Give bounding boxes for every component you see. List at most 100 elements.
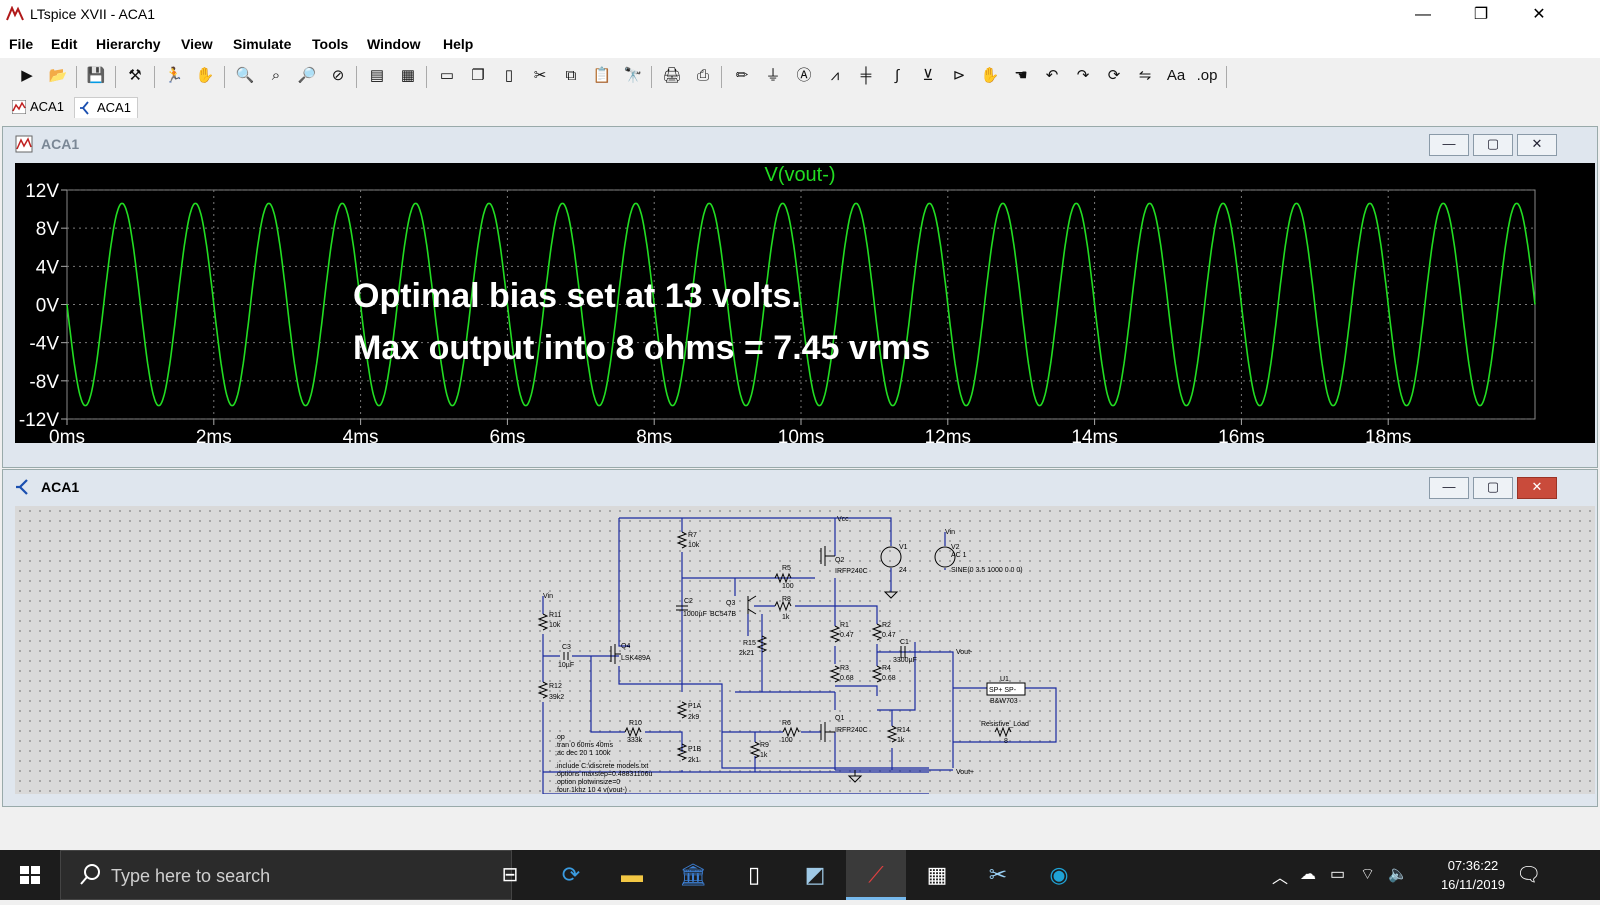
voltage-source-v1[interactable] xyxy=(880,546,902,568)
rotate-icon[interactable]: ⟳ xyxy=(1101,63,1127,89)
bjt-q3[interactable] xyxy=(747,595,757,615)
copy-icon[interactable]: ⧉ xyxy=(558,63,584,89)
zoom-in-icon[interactable]: 🔍 xyxy=(232,63,258,89)
zoom-out-icon[interactable]: 🔎 xyxy=(294,63,320,89)
taskbar-clock[interactable]: 07:36:22 16/11/2019 xyxy=(1428,856,1518,894)
tab-waveform[interactable]: ACA1 xyxy=(8,97,70,117)
start-button[interactable] xyxy=(0,850,60,900)
control-panel-icon[interactable]: ⚒ xyxy=(122,63,148,89)
document-icon[interactable]: ▯ xyxy=(724,850,784,900)
menu-simulate[interactable]: Simulate xyxy=(233,36,291,52)
volume-icon[interactable]: 🔈 xyxy=(1388,864,1408,884)
label-net-icon[interactable]: Ⓐ xyxy=(791,63,817,89)
cut-icon[interactable]: ✂ xyxy=(527,63,553,89)
mosfet-q1[interactable] xyxy=(820,722,835,742)
mark-icon[interactable]: ▦ xyxy=(395,63,421,89)
edge-dev-icon[interactable]: ◉ xyxy=(1029,850,1089,900)
scissors-icon[interactable]: ✂ xyxy=(968,850,1028,900)
open-icon[interactable]: 📂 xyxy=(45,63,71,89)
capacitor-icon[interactable]: ╪ xyxy=(853,63,879,89)
resistor-r9[interactable] xyxy=(749,741,761,759)
schematic-wires[interactable] xyxy=(542,517,1057,795)
schematic-canvas[interactable]: Vcc Vin Vin Vout- Vout+ R7 10k R5 100 R8… xyxy=(15,506,1595,795)
waveform-chart[interactable]: 12V8V4V0V-4V-8V-12V 0ms 2ms 4ms 6ms 8ms 10ms 1… xyxy=(15,163,1595,448)
ground-symbol-v1[interactable] xyxy=(883,591,899,599)
notification-center-icon[interactable]: 🗨 xyxy=(1516,862,1541,887)
schematic-minimize-button[interactable]: — xyxy=(1429,477,1469,499)
menu-window[interactable]: Window xyxy=(367,36,421,52)
directive-options-plotwinsize[interactable]: .option plotwinsize=0 xyxy=(555,779,620,786)
file-explorer-icon[interactable]: ▬ xyxy=(602,850,662,900)
resistor-r8[interactable] xyxy=(774,600,792,612)
tile-horizontal-icon[interactable]: ▭ xyxy=(434,63,460,89)
resistor-r3[interactable] xyxy=(829,665,841,683)
resistor-r7[interactable] xyxy=(676,531,688,549)
tile-vertical-icon[interactable]: ▯ xyxy=(496,63,522,89)
schematic-close-button[interactable]: ✕ xyxy=(1517,477,1557,499)
ltspice-icon[interactable]: ⟋ xyxy=(846,850,906,900)
directive-four[interactable]: .four 1khz 10 4 v(vout-) xyxy=(555,787,627,794)
resistor-r6[interactable] xyxy=(782,726,800,738)
autorange-icon[interactable]: ▤ xyxy=(364,63,390,89)
directive-options-maxstep[interactable]: .options maxstep=0.48831106u xyxy=(555,771,652,778)
resistor-icon[interactable]: ⩘ xyxy=(822,63,848,89)
chevron-up-icon[interactable]: ︿ xyxy=(1272,864,1288,888)
battery-icon[interactable]: ▭ xyxy=(1330,864,1345,884)
maximize-button[interactable]: ❐ xyxy=(1452,0,1510,30)
capacitor-c3[interactable] xyxy=(563,652,569,660)
text-icon[interactable]: Aa xyxy=(1163,63,1189,89)
drag-icon[interactable]: ☚ xyxy=(1008,63,1034,89)
ground-icon[interactable]: ⏚ xyxy=(760,63,786,89)
waveform-maximize-button[interactable]: ▢ xyxy=(1473,134,1513,156)
jfet-q4[interactable] xyxy=(610,644,621,664)
trace-label[interactable]: V(vout-) xyxy=(764,164,835,186)
resistor-r12[interactable] xyxy=(537,681,549,699)
save-icon[interactable]: 💾 xyxy=(83,63,109,89)
run-icon[interactable]: 🏃 xyxy=(161,63,187,89)
directive-op[interactable]: .op xyxy=(555,734,565,741)
move-icon[interactable]: ✋ xyxy=(977,63,1003,89)
mosfet-q2[interactable] xyxy=(820,546,835,566)
mirror-icon[interactable]: ⇋ xyxy=(1132,63,1158,89)
minimize-button[interactable]: — xyxy=(1394,0,1452,30)
menu-edit[interactable]: Edit xyxy=(51,36,77,52)
waveform-minimize-button[interactable]: — xyxy=(1429,134,1469,156)
sync-icon[interactable]: ⟳ xyxy=(541,850,601,900)
zoom-cancel-icon[interactable]: ⊘ xyxy=(325,63,351,89)
new-schematic-icon[interactable]: ▶ xyxy=(14,63,40,89)
halt-icon[interactable]: ✋ xyxy=(192,63,218,89)
redo-icon[interactable]: ↷ xyxy=(1070,63,1096,89)
component-icon[interactable]: ⊳ xyxy=(946,63,972,89)
print-setup-icon[interactable]: ⎙ xyxy=(690,63,716,89)
resistor-r11[interactable] xyxy=(537,613,549,631)
menu-file[interactable]: File xyxy=(9,36,33,52)
bank-icon[interactable]: 🏛 xyxy=(663,850,723,900)
resistor-load[interactable] xyxy=(994,726,1012,738)
calculator-icon[interactable]: ▦ xyxy=(907,850,967,900)
print-icon[interactable]: 🖨 xyxy=(659,63,685,89)
cascade-icon[interactable]: ❐ xyxy=(465,63,491,89)
menu-tools[interactable]: Tools xyxy=(312,36,348,52)
directive-ac[interactable]: ;ac dec 20 1 100k xyxy=(555,750,611,757)
find-icon[interactable]: 🔭 xyxy=(620,63,646,89)
menu-hierarchy[interactable]: Hierarchy xyxy=(96,36,161,52)
diode-icon[interactable]: ⊻ xyxy=(915,63,941,89)
undo-icon[interactable]: ↶ xyxy=(1039,63,1065,89)
close-button[interactable]: ✕ xyxy=(1510,0,1568,30)
menu-view[interactable]: View xyxy=(181,36,213,52)
waveform-plot-area[interactable]: 12V 8V 4V 0V -4V -8V -12V 0ms 2ms 4ms 6ms 8ms 10ms 1… xyxy=(15,163,1595,448)
taskbar-search-box[interactable]: Type here to search xyxy=(60,850,512,900)
task-view-icon[interactable]: ⊟ xyxy=(480,850,540,900)
schematic-maximize-button[interactable]: ▢ xyxy=(1473,477,1513,499)
zoom-fit-icon[interactable]: ⌕ xyxy=(263,63,289,89)
resistor-r1[interactable] xyxy=(829,625,841,643)
schematic-drawing[interactable]: Vcc Vin Vin Vout- Vout+ R7 10k R5 100 R8… xyxy=(15,506,1595,795)
paste-icon[interactable]: 📋 xyxy=(589,63,615,89)
tab-schematic[interactable]: ACA1 xyxy=(74,97,138,118)
resistor-r2[interactable] xyxy=(871,623,883,641)
notes-icon[interactable]: ◩ xyxy=(785,850,845,900)
resistor-r10[interactable] xyxy=(624,726,642,738)
inductor-icon[interactable]: ∫ xyxy=(884,63,910,89)
menu-help[interactable]: Help xyxy=(443,36,473,52)
waveform-close-button[interactable]: ✕ xyxy=(1517,134,1557,156)
